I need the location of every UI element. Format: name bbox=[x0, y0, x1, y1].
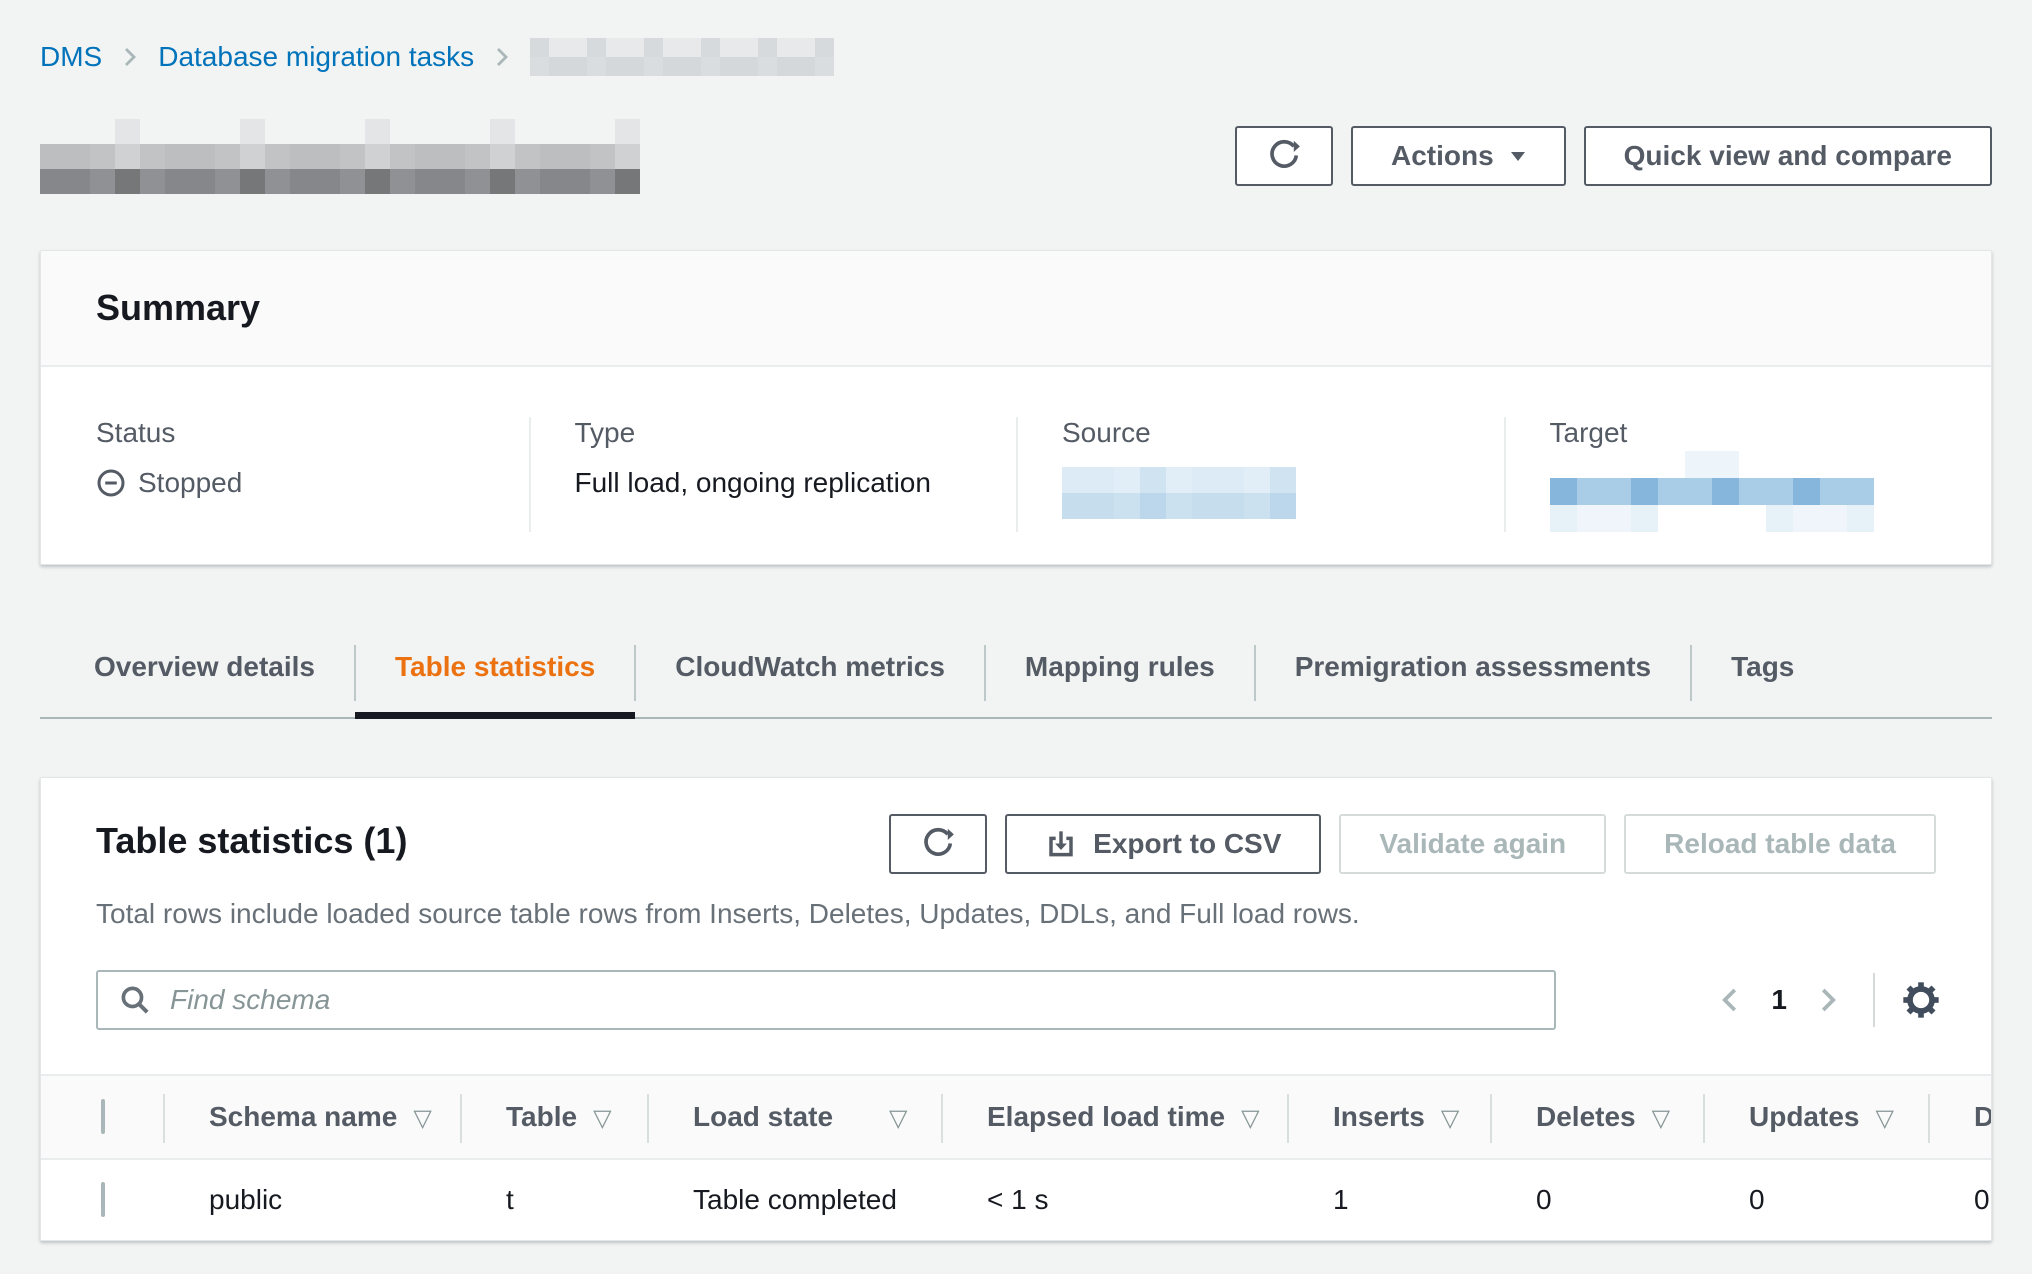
column-header-load-state[interactable]: Load state▽ bbox=[649, 1075, 943, 1159]
status-value: Stopped bbox=[138, 467, 242, 499]
cell-inserts: 1 bbox=[1289, 1159, 1492, 1240]
page-title-redacted bbox=[40, 119, 640, 194]
statistics-table: Schema name▽ Table▽ Load state▽ Elapsed … bbox=[41, 1074, 1991, 1240]
sort-icon: ▽ bbox=[1241, 1105, 1259, 1132]
refresh-icon bbox=[1267, 139, 1301, 173]
column-header-inserts[interactable]: Inserts▽ bbox=[1289, 1075, 1492, 1159]
stopped-status-icon bbox=[96, 468, 126, 498]
refresh-icon bbox=[921, 827, 955, 861]
search-icon bbox=[118, 983, 152, 1024]
target-label: Target bbox=[1550, 417, 1962, 449]
table-statistics-description: Total rows include loaded source table r… bbox=[41, 898, 1991, 930]
tab-cloudwatch-metrics[interactable]: CloudWatch metrics bbox=[635, 635, 985, 717]
breadcrumb-link-dms[interactable]: DMS bbox=[40, 41, 102, 73]
column-header-updates[interactable]: Updates▽ bbox=[1705, 1075, 1930, 1159]
column-header-table[interactable]: Table▽ bbox=[462, 1075, 649, 1159]
sort-icon: ▽ bbox=[413, 1105, 431, 1132]
chevron-right-icon bbox=[1812, 985, 1842, 1015]
export-to-csv-button[interactable]: Export to CSV bbox=[1005, 814, 1321, 874]
validate-label: Validate again bbox=[1379, 828, 1566, 860]
tab-premigration-assessments[interactable]: Premigration assessments bbox=[1255, 635, 1691, 717]
table-statistics-panel: Table statistics (1) Export to CSV bbox=[40, 777, 1992, 1241]
sort-icon: ▽ bbox=[1875, 1105, 1893, 1132]
chevron-right-icon bbox=[492, 45, 512, 69]
summary-panel: Summary Status Stopped Type Full load, o… bbox=[40, 250, 1992, 565]
summary-field-status: Status Stopped bbox=[41, 417, 529, 532]
table-header-row: Schema name▽ Table▽ Load state▽ Elapsed … bbox=[41, 1075, 1991, 1159]
tab-mapping-rules[interactable]: Mapping rules bbox=[985, 635, 1255, 717]
target-value-redacted-link[interactable] bbox=[1550, 451, 1874, 532]
breadcrumb-current-redacted bbox=[530, 38, 834, 76]
dms-task-page: DMS Database migration tasks Actions bbox=[0, 0, 2032, 1241]
summary-field-type: Type Full load, ongoing replication bbox=[529, 417, 1017, 532]
breadcrumb: DMS Database migration tasks bbox=[40, 36, 1992, 78]
caret-down-icon bbox=[1510, 151, 1526, 162]
cell-load-state: Table completed bbox=[649, 1159, 943, 1240]
quick-view-compare-button[interactable]: Quick view and compare bbox=[1584, 126, 1992, 186]
source-value-redacted-link[interactable] bbox=[1062, 467, 1296, 519]
summary-header: Summary bbox=[41, 251, 1991, 367]
tab-table-statistics[interactable]: Table statistics bbox=[355, 635, 635, 717]
pagination: 1 bbox=[1709, 973, 1943, 1027]
table-statistics-title: Table statistics (1) bbox=[96, 814, 407, 862]
cell-elapsed-load-time: < 1 s bbox=[943, 1159, 1289, 1240]
column-header-elapsed-load-time[interactable]: Elapsed load time▽ bbox=[943, 1075, 1289, 1159]
cell-ddls: 0 bbox=[1930, 1159, 1991, 1240]
next-page-button[interactable] bbox=[1805, 978, 1849, 1022]
header-actions: Actions Quick view and compare bbox=[1235, 126, 1992, 186]
sort-icon: ▽ bbox=[593, 1105, 611, 1132]
statistics-table-wrap: Schema name▽ Table▽ Load state▽ Elapsed … bbox=[41, 1074, 1991, 1240]
cell-table: t bbox=[462, 1159, 649, 1240]
actions-button[interactable]: Actions bbox=[1351, 126, 1566, 186]
table-settings-button[interactable] bbox=[1899, 978, 1943, 1022]
chevron-right-icon bbox=[120, 45, 140, 69]
source-label: Source bbox=[1062, 417, 1474, 449]
reload-label: Reload table data bbox=[1664, 828, 1896, 860]
actions-button-label: Actions bbox=[1391, 140, 1494, 172]
validate-again-button[interactable]: Validate again bbox=[1339, 814, 1606, 874]
summary-body: Status Stopped Type Full load, ongoing r… bbox=[41, 367, 1991, 564]
table-refresh-button[interactable] bbox=[889, 814, 987, 874]
sort-icon: ▽ bbox=[889, 1105, 907, 1132]
download-icon bbox=[1045, 828, 1077, 860]
export-label: Export to CSV bbox=[1093, 828, 1281, 860]
status-label: Status bbox=[96, 417, 499, 449]
table-actions: Export to CSV Validate again Reload tabl… bbox=[889, 814, 1936, 874]
breadcrumb-link-tasks[interactable]: Database migration tasks bbox=[158, 41, 474, 73]
sort-icon: ▽ bbox=[1652, 1105, 1670, 1132]
column-header-deletes[interactable]: Deletes▽ bbox=[1492, 1075, 1705, 1159]
cell-deletes: 0 bbox=[1492, 1159, 1705, 1240]
quick-view-label: Quick view and compare bbox=[1624, 140, 1952, 172]
summary-field-source: Source bbox=[1016, 417, 1504, 532]
column-header-ddls[interactable]: DDLs bbox=[1930, 1075, 1991, 1159]
table-controls: 1 bbox=[41, 970, 1991, 1030]
sort-icon: ▽ bbox=[1441, 1105, 1459, 1132]
reload-table-data-button[interactable]: Reload table data bbox=[1624, 814, 1936, 874]
tab-overview-details[interactable]: Overview details bbox=[54, 635, 355, 717]
type-label: Type bbox=[575, 417, 987, 449]
current-page-number: 1 bbox=[1771, 984, 1787, 1016]
pagination-divider bbox=[1873, 973, 1875, 1027]
cell-updates: 0 bbox=[1705, 1159, 1930, 1240]
find-schema-input[interactable] bbox=[96, 970, 1556, 1030]
page-header: Actions Quick view and compare bbox=[40, 118, 1992, 194]
type-value: Full load, ongoing replication bbox=[575, 467, 931, 499]
refresh-button[interactable] bbox=[1235, 126, 1333, 186]
task-detail-tabs: Overview details Table statistics CloudW… bbox=[40, 635, 1992, 719]
row-checkbox[interactable] bbox=[101, 1182, 105, 1217]
chevron-left-icon bbox=[1716, 985, 1746, 1015]
summary-field-target: Target bbox=[1504, 417, 1992, 532]
gear-icon bbox=[1901, 980, 1941, 1020]
table-row: public t Table completed < 1 s 1 0 0 0 bbox=[41, 1159, 1991, 1240]
tab-tags[interactable]: Tags bbox=[1691, 635, 1834, 717]
previous-page-button[interactable] bbox=[1709, 978, 1753, 1022]
cell-schema-name: public bbox=[165, 1159, 462, 1240]
column-header-schema-name[interactable]: Schema name▽ bbox=[165, 1075, 462, 1159]
select-all-checkbox[interactable] bbox=[101, 1099, 105, 1134]
schema-search bbox=[96, 970, 1556, 1030]
summary-title: Summary bbox=[96, 287, 1936, 329]
